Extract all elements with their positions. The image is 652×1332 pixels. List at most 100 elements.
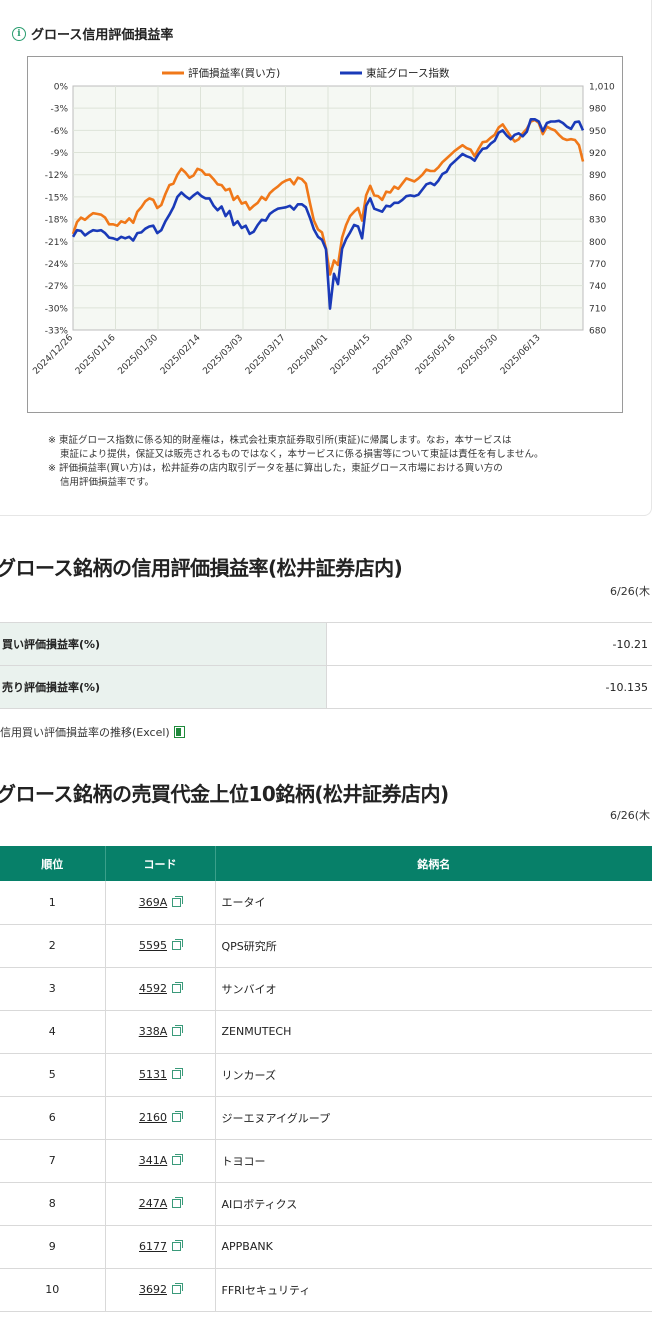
chart-container: 0% 1,010 -3% 980 -6% 950 -9% 920 -12% 890 -15% 860 -… <box>27 56 623 413</box>
pl-label: 買い評価損益率(%) <box>0 622 327 666</box>
col-header-code: コード <box>105 846 216 881</box>
table-row: 10 3692 FFRIセキュリティ <box>0 1268 652 1312</box>
stock-code-link[interactable]: 5595 <box>139 939 167 952</box>
y-left-tick-label: -3% <box>50 105 68 115</box>
x-tick-label: 2025/01/30 <box>116 333 160 377</box>
stock-code-link[interactable]: 338A <box>139 1025 168 1038</box>
code-cell: 338A <box>105 1010 216 1054</box>
stock-name-cell: QPS研究所 <box>215 924 652 968</box>
y-right-tick-label: 1,010 <box>589 83 615 93</box>
y-left-tick-label: -12% <box>45 171 69 181</box>
y-right-tick-label: 980 <box>589 105 606 115</box>
copy-icon[interactable] <box>172 982 183 993</box>
copy-icon[interactable] <box>172 939 183 950</box>
rank-cell: 2 <box>0 924 106 968</box>
section-title-margin: グロース銘柄の信用評価損益率(松井証券店内) <box>0 556 403 580</box>
note-line: 信用評価損益率です。 <box>60 477 155 488</box>
copy-icon[interactable] <box>172 1197 184 1208</box>
copy-icon[interactable] <box>172 1154 184 1165</box>
table-row: 1 369A エータイ <box>0 881 652 925</box>
stock-code-link[interactable]: 2160 <box>139 1111 167 1124</box>
stock-name-cell: AIロボティクス <box>215 1182 652 1226</box>
x-tick-label: 2025/04/30 <box>371 333 415 377</box>
y-right-tick-label: 830 <box>589 216 606 226</box>
y-left-tick-label: -18% <box>45 216 69 226</box>
panel-title-text: グロース信用評価損益率 <box>31 28 174 43</box>
y-left-tick-label: -30% <box>45 304 69 314</box>
y-right-tick-label: 770 <box>589 260 606 270</box>
x-tick-label: 2025/03/17 <box>244 333 288 377</box>
ranking-table: 順位 コード 銘柄名 1 369A エータイ 2 5595 QPS研究所 3 4592 サンバイ… <box>0 846 652 1312</box>
as-of-date: 6/26(木 <box>610 809 650 822</box>
y-right-tick-label: 680 <box>589 327 606 337</box>
copy-icon[interactable] <box>172 1240 183 1251</box>
copy-icon[interactable] <box>172 1068 183 1079</box>
y-left-tick-label: -15% <box>45 193 69 203</box>
col-header-name: 銘柄名 <box>215 846 652 881</box>
table-row: 4 338A ZENMUTECH <box>0 1010 652 1054</box>
copy-icon[interactable] <box>172 1111 183 1122</box>
y-left-tick-label: -9% <box>50 149 68 159</box>
rank-cell: 8 <box>0 1182 106 1226</box>
table-row: 3 4592 サンバイオ <box>0 967 652 1011</box>
copy-icon[interactable] <box>172 895 184 907</box>
profit-loss-table: 買い評価損益率(%) -10.21 売り評価損益率(%) -10.135 <box>0 622 652 709</box>
pl-value: -10.21 <box>326 622 652 666</box>
stock-code-link[interactable]: 5131 <box>139 1068 167 1081</box>
stock-name-cell: エータイ <box>215 881 652 925</box>
excel-link-label[interactable]: 信用買い評価損益率の推移(Excel) <box>0 724 170 740</box>
pl-value: -10.135 <box>326 665 652 709</box>
panel-title: i グロース信用評価損益率 <box>12 24 173 43</box>
y-right-tick-label: 890 <box>589 171 606 181</box>
rank-cell: 10 <box>0 1268 106 1312</box>
stock-code-link[interactable]: 369A <box>139 896 168 909</box>
info-icon[interactable]: i <box>12 26 26 41</box>
x-tick-label: 2025/03/03 <box>201 333 245 377</box>
table-row: 9 6177 APPBANK <box>0 1225 652 1269</box>
x-tick-label: 2024/12/26 <box>31 333 75 377</box>
stock-code-link[interactable]: 247A <box>139 1197 168 1210</box>
table-row: 7 341A トヨコー <box>0 1139 652 1183</box>
stock-name-cell: リンカーズ <box>215 1053 652 1097</box>
legend-label: 評価損益率(買い方) <box>188 67 280 80</box>
excel-download-link[interactable]: 信用買い評価損益率の推移(Excel) <box>0 724 185 740</box>
code-cell: 3692 <box>105 1268 216 1312</box>
stock-name-cell: ZENMUTECH <box>215 1010 652 1054</box>
copy-icon[interactable] <box>172 1025 184 1036</box>
rank-cell: 5 <box>0 1053 106 1097</box>
col-header-rank: 順位 <box>0 846 106 881</box>
code-cell: 341A <box>105 1139 216 1183</box>
rank-cell: 6 <box>0 1096 106 1140</box>
disclaimer-notes: ※ 東証グロース指数に係る知的財産権は，株式会社東京証券取引所(東証)に帰属しま… <box>48 434 638 490</box>
y-left-tick-label: -6% <box>50 127 68 137</box>
note-line: 東証により提供，保証又は販売されるものではなく，本サービスに係る損害等について東… <box>60 449 544 460</box>
x-tick-label: 2025/04/15 <box>329 333 373 377</box>
code-cell: 6177 <box>105 1225 216 1269</box>
x-tick-label: 2025/06/13 <box>499 333 543 377</box>
stock-code-link[interactable]: 4592 <box>139 982 167 995</box>
stock-code-link[interactable]: 6177 <box>139 1240 167 1253</box>
stock-code-link[interactable]: 3692 <box>139 1283 167 1296</box>
stock-name-cell: APPBANK <box>215 1225 652 1269</box>
code-cell: 2160 <box>105 1096 216 1140</box>
table-row: 2 5595 QPS研究所 <box>0 924 652 968</box>
y-left-tick-label: -27% <box>45 282 69 292</box>
excel-icon[interactable] <box>173 726 185 738</box>
code-cell: 4592 <box>105 967 216 1011</box>
stock-code-link[interactable]: 341A <box>139 1154 168 1167</box>
as-of-date: 6/26(木 <box>610 585 650 598</box>
y-right-tick-label: 800 <box>589 238 606 248</box>
note-line: ※ 東証グロース指数に係る知的財産権は，株式会社東京証券取引所(東証)に帰属しま… <box>48 435 512 446</box>
y-right-tick-label: 860 <box>589 193 606 203</box>
stock-name-cell: FFRIセキュリティ <box>215 1268 652 1312</box>
rank-cell: 4 <box>0 1010 106 1054</box>
copy-icon[interactable] <box>172 1283 183 1294</box>
code-cell: 5131 <box>105 1053 216 1097</box>
x-tick-label: 2025/04/01 <box>286 333 330 377</box>
stock-name-cell: トヨコー <box>215 1139 652 1183</box>
legend-label: 東証グロース指数 <box>366 67 450 80</box>
section-title-ranking: グロース銘柄の売買代金上位10銘柄(松井証券店内) <box>0 782 449 806</box>
rank-cell: 7 <box>0 1139 106 1183</box>
table-row: 8 247A AIロボティクス <box>0 1182 652 1226</box>
y-left-tick-label: 0% <box>54 83 69 93</box>
